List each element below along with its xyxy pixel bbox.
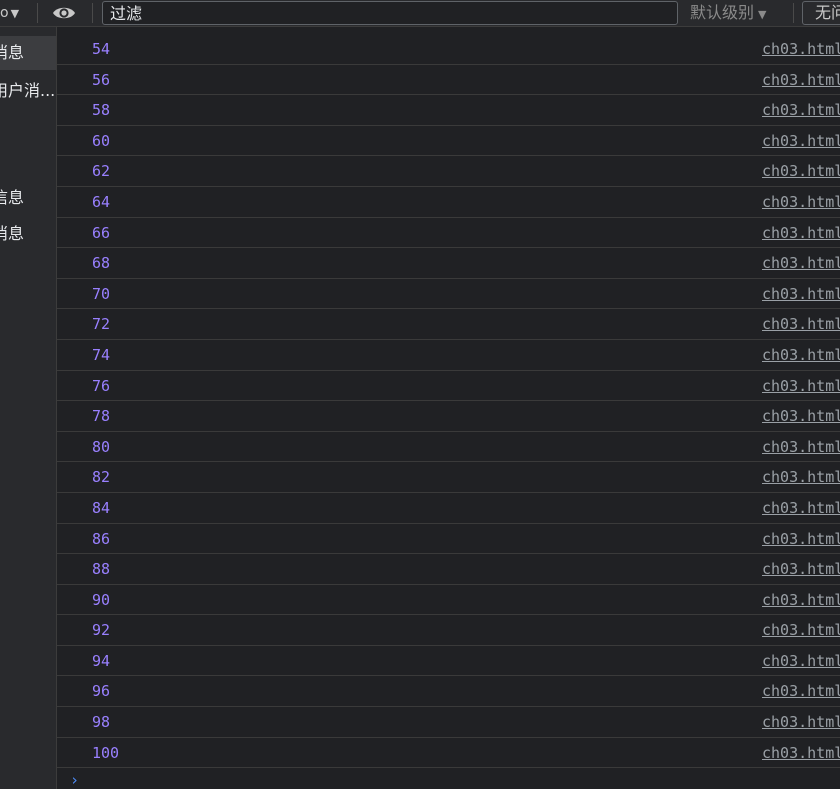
source-link[interactable]: ch03.html xyxy=(762,224,840,242)
log-row: 80 ch03.html xyxy=(57,432,840,463)
prompt-chevron-icon[interactable]: › xyxy=(70,771,79,789)
log-value: 82 xyxy=(92,468,111,487)
source-link[interactable]: ch03.html xyxy=(762,254,840,272)
log-row: 84 ch03.html xyxy=(57,493,840,524)
log-value: 92 xyxy=(92,621,111,640)
log-value: 84 xyxy=(92,498,111,517)
log-row: 64 ch03.html xyxy=(57,187,840,218)
log-value: 60 xyxy=(92,131,111,150)
issues-button[interactable]: 无问 xyxy=(802,1,840,25)
log-row: 98 ch03.html xyxy=(57,707,840,738)
source-link[interactable]: ch03.html xyxy=(762,591,840,609)
source-link[interactable]: ch03.html xyxy=(762,468,840,486)
sidebar-item-verbose[interactable]: 消息 xyxy=(0,217,56,251)
log-value: 86 xyxy=(92,529,111,548)
log-row: 74 ch03.html xyxy=(57,340,840,371)
log-value: 80 xyxy=(92,437,111,456)
log-levels-label: 默认级别 xyxy=(690,3,755,22)
sidebar-item-messages[interactable]: 消息 xyxy=(0,36,56,70)
toolbar-divider xyxy=(92,3,93,23)
log-levels-dropdown[interactable]: 默认级别 ▼ xyxy=(690,2,766,26)
log-row: 54 ch03.html xyxy=(57,34,840,65)
log-value: 58 xyxy=(92,101,111,120)
source-link[interactable]: ch03.html xyxy=(762,346,840,364)
log-row: 56 ch03.html xyxy=(57,65,840,96)
sidebar-item-info[interactable]: 信息 xyxy=(0,181,56,215)
source-link[interactable]: ch03.html xyxy=(762,652,840,670)
source-link[interactable]: ch03.html xyxy=(762,162,840,180)
log-value: 98 xyxy=(92,713,111,732)
chevron-down-icon: ▼ xyxy=(10,7,20,20)
log-row: 100 ch03.html xyxy=(57,738,840,769)
log-row: 96 ch03.html xyxy=(57,676,840,708)
log-value: 78 xyxy=(92,407,111,426)
log-row: 58 ch03.html xyxy=(57,95,840,126)
source-link[interactable]: ch03.html xyxy=(762,377,840,395)
log-value: 74 xyxy=(92,345,111,364)
eye-icon[interactable] xyxy=(52,4,76,22)
log-row: 82 ch03.html xyxy=(57,462,840,493)
toolbar-divider xyxy=(793,3,794,23)
source-link[interactable]: ch03.html xyxy=(762,713,840,731)
source-link[interactable]: ch03.html xyxy=(762,407,840,425)
log-value: 76 xyxy=(92,376,111,395)
log-value: 54 xyxy=(92,40,111,58)
log-value: 94 xyxy=(92,651,111,670)
source-link[interactable]: ch03.html xyxy=(762,530,840,548)
log-value: 96 xyxy=(92,682,111,701)
console-log: 54 ch03.html 56 ch03.html 58 ch03.html 60 ch… xyxy=(57,34,840,789)
context-selector-label: o xyxy=(0,5,9,21)
log-value: 88 xyxy=(92,560,111,579)
log-value: 68 xyxy=(92,254,111,273)
issues-label: 无问 xyxy=(815,3,840,22)
sidebar-item-label: 消息 xyxy=(0,43,25,62)
source-link[interactable]: ch03.html xyxy=(762,499,840,517)
log-row: 70 ch03.html xyxy=(57,279,840,310)
sidebar-item-label: 消息 xyxy=(0,224,25,243)
source-link[interactable]: ch03.html xyxy=(762,132,840,150)
log-value: 70 xyxy=(92,284,111,303)
console-toolbar: o▼ 默认级别▼ 无问 xyxy=(0,0,840,27)
sidebar-item-user-messages[interactable]: 用户消... xyxy=(0,74,56,108)
console-sidebar: 消息 用户消... 信息 消息 xyxy=(0,27,57,789)
sidebar-item-label: 用户消... xyxy=(0,81,56,100)
log-value: 66 xyxy=(92,223,111,242)
log-value: 90 xyxy=(92,590,111,609)
filter-input[interactable] xyxy=(102,1,678,25)
log-value: 56 xyxy=(92,70,111,89)
log-row: 68 ch03.html xyxy=(57,248,840,279)
source-link[interactable]: ch03.html xyxy=(762,560,840,578)
log-row: 94 ch03.html xyxy=(57,646,840,677)
log-value: 62 xyxy=(92,162,111,181)
chevron-down-icon: ▼ xyxy=(758,8,767,21)
log-row: 66 ch03.html xyxy=(57,218,840,249)
log-row: 78 ch03.html xyxy=(57,401,840,432)
log-value: 100 xyxy=(92,743,120,762)
log-value: 64 xyxy=(92,192,111,211)
sidebar-item-label: 信息 xyxy=(0,188,25,207)
source-link[interactable]: ch03.html xyxy=(762,744,840,762)
log-row: 72 ch03.html xyxy=(57,309,840,340)
log-row: 62 ch03.html xyxy=(57,156,840,187)
toolbar-divider xyxy=(37,3,38,23)
log-row: 90 ch03.html xyxy=(57,585,840,616)
source-link[interactable]: ch03.html xyxy=(762,40,840,58)
log-value: 72 xyxy=(92,315,111,334)
log-row: 60 ch03.html xyxy=(57,126,840,157)
log-row: 92 ch03.html xyxy=(57,615,840,646)
source-link[interactable]: ch03.html xyxy=(762,71,840,89)
source-link[interactable]: ch03.html xyxy=(762,621,840,639)
source-link[interactable]: ch03.html xyxy=(762,682,840,700)
source-link[interactable]: ch03.html xyxy=(762,315,840,333)
log-row: 86 ch03.html xyxy=(57,524,840,555)
source-link[interactable]: ch03.html xyxy=(762,101,840,119)
log-row: 88 ch03.html xyxy=(57,554,840,585)
source-link[interactable]: ch03.html xyxy=(762,285,840,303)
source-link[interactable]: ch03.html xyxy=(762,438,840,456)
log-row: 76 ch03.html xyxy=(57,371,840,402)
context-selector[interactable]: o ▼ xyxy=(0,2,19,24)
source-link[interactable]: ch03.html xyxy=(762,193,840,211)
